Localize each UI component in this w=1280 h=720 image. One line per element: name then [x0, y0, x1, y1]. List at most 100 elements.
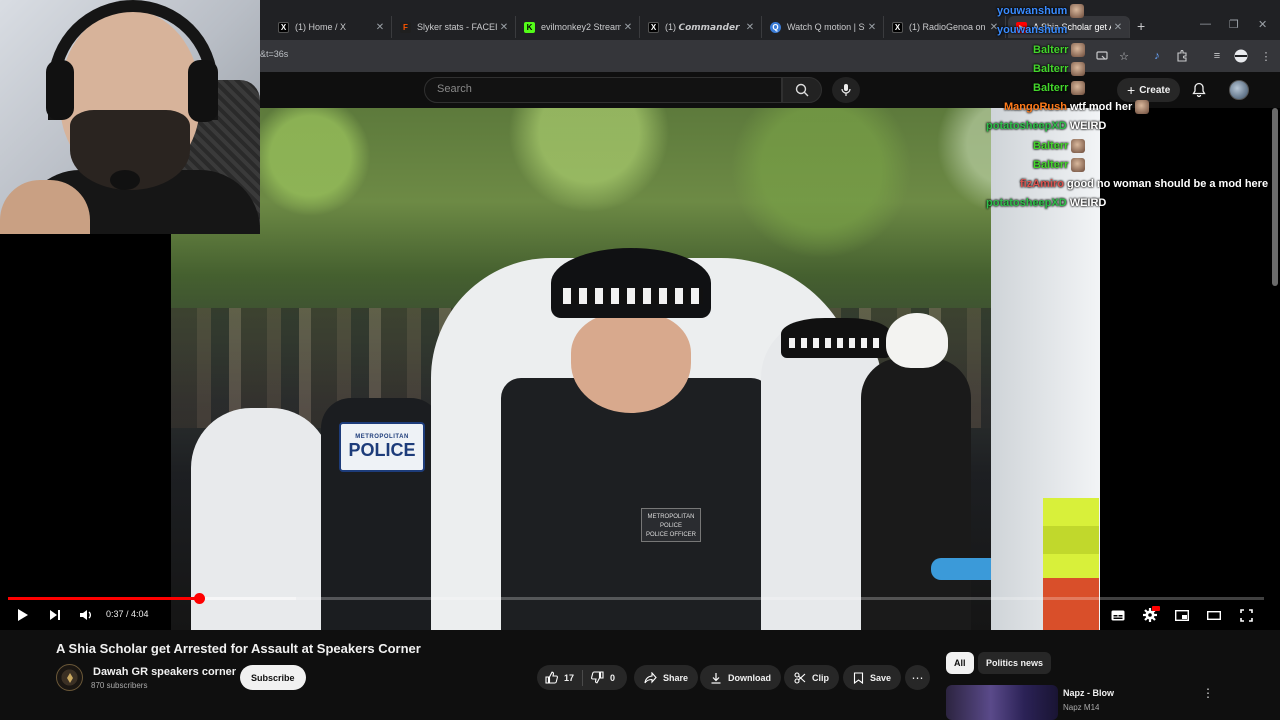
like-button[interactable]: 17: [537, 665, 582, 690]
thumbs-up-icon: [545, 671, 558, 684]
subtitles-button[interactable]: [1109, 606, 1127, 624]
browser-tab-commander-x[interactable]: X (1) 𝘾𝙤𝙢𝙢𝙖𝙣𝙙𝙚𝙧 ✕: [640, 16, 762, 38]
theater-mode-icon: [1207, 610, 1221, 620]
progress-scrubber-handle[interactable]: [193, 593, 205, 604]
close-tab-icon[interactable]: ✕: [743, 22, 757, 33]
more-actions-button[interactable]: ⋯: [905, 665, 930, 690]
browser-tab-kick[interactable]: K evilmonkey2 Stream ✕: [516, 16, 640, 38]
share-button[interactable]: Share: [634, 665, 699, 690]
miniplayer-icon: [1175, 609, 1189, 621]
profile-avatar-icon[interactable]: [1233, 48, 1249, 64]
chip-politics-news[interactable]: Politics news: [978, 652, 1052, 674]
extension-audio-icon[interactable]: ♪: [1149, 48, 1165, 64]
video-scholar-turban: [886, 313, 948, 368]
chat-emote-icon: [1070, 4, 1085, 18]
close-tab-icon[interactable]: ✕: [621, 22, 635, 33]
bookmark-star-icon[interactable]: ☆: [1116, 48, 1132, 64]
chip-all[interactable]: All: [946, 652, 974, 674]
chat-message: Balterr: [1033, 158, 1086, 172]
video-frame[interactable]: METROPOLITAN POLICE METROPOLITAN POLICE …: [171, 108, 1100, 630]
account-avatar[interactable]: [1229, 80, 1249, 100]
video-officer-main-vest: [501, 378, 771, 630]
chat-message: Balterr: [1033, 62, 1086, 76]
chat-username: Balterr: [1033, 63, 1069, 75]
volume-button[interactable]: [77, 606, 95, 624]
chat-username: potatosheepXD: [986, 120, 1067, 132]
search-button[interactable]: [782, 77, 822, 103]
headset-earcup-left: [46, 60, 74, 120]
new-tab-button[interactable]: +: [1137, 18, 1145, 34]
video-progress-bar[interactable]: [8, 593, 1264, 604]
chat-text: wtf mod her: [1069, 101, 1133, 113]
close-tab-icon[interactable]: ✕: [865, 22, 879, 33]
create-button[interactable]: + Create: [1117, 78, 1181, 102]
chat-message: potatosheepXD WEIRD: [986, 197, 1106, 209]
video-police-hat: [551, 248, 711, 318]
video-title: A Shia Scholar get Arrested for Assault …: [56, 641, 421, 656]
headset-earcup-right: [188, 60, 218, 122]
video-officer-main-face: [571, 313, 691, 413]
next-video-button[interactable]: [46, 606, 64, 624]
search-input[interactable]: [437, 83, 767, 95]
tab-label: (1) 𝘾𝙤𝙢𝙢𝙖𝙣𝙙𝙚𝙧: [665, 21, 740, 32]
channel-logo-icon: [66, 672, 73, 683]
chat-username: Balterr: [1033, 159, 1069, 171]
recommendation-thumbnail[interactable]: [946, 685, 1058, 720]
browser-tab-faceit[interactable]: F Slyker stats - FACEIT ✕: [392, 16, 516, 38]
theater-mode-button[interactable]: [1205, 606, 1223, 624]
recommendation-menu-icon[interactable]: ⋮: [1202, 686, 1214, 700]
channel-name[interactable]: Dawah GR speakers corner: [93, 666, 236, 678]
cast-icon[interactable]: [1094, 48, 1110, 64]
settings-button[interactable]: [1141, 606, 1160, 624]
more-horizontal-icon: ⋯: [911, 670, 924, 685]
miniplayer-button[interactable]: [1173, 606, 1191, 624]
fullscreen-icon: [1239, 608, 1253, 622]
chat-username: Balterr: [1033, 82, 1069, 94]
scissors-icon: [794, 671, 806, 684]
browser-tab-home-x[interactable]: X (1) Home / X ✕: [270, 16, 392, 38]
chat-emote-icon: [1071, 139, 1086, 153]
url-text[interactable]: &t=36s: [260, 49, 288, 59]
search-icon: [795, 83, 809, 97]
badge-line: METROPOLITAN: [647, 514, 695, 520]
close-window-icon[interactable]: ✕: [1258, 18, 1267, 31]
search-box[interactable]: [424, 77, 782, 103]
close-tab-icon[interactable]: ✕: [497, 22, 511, 33]
close-tab-icon[interactable]: ✕: [373, 22, 387, 33]
notifications-bell-icon[interactable]: [1192, 82, 1206, 103]
chat-message: Balterr: [1033, 139, 1086, 153]
recommendation-title[interactable]: Napz - Blow: [1063, 688, 1114, 698]
thumbs-down-icon: [591, 671, 604, 684]
chat-emote-icon: [1071, 43, 1086, 57]
browser-tab-radiogenoa-x[interactable]: X (1) RadioGenoa on X ✕: [884, 16, 1006, 38]
voice-search-button[interactable]: [832, 77, 860, 103]
browser-menu-icon[interactable]: ⋮: [1258, 48, 1274, 64]
dislike-button[interactable]: 0: [583, 665, 623, 690]
channel-avatar[interactable]: [56, 664, 83, 691]
police-patch-main-text: POLICE: [348, 439, 416, 460]
clip-button[interactable]: Clip: [784, 665, 839, 690]
chat-message: MangoRush wtf mod her: [1004, 100, 1150, 114]
minimize-window-icon[interactable]: —: [1200, 18, 1211, 30]
download-button[interactable]: Download: [700, 665, 781, 690]
chat-text: WEIRD: [1069, 120, 1107, 132]
headset-mic: [110, 170, 140, 190]
browser-tab-q-motion[interactable]: Q Watch Q motion | St ✕: [762, 16, 884, 38]
save-button[interactable]: Save: [843, 665, 902, 690]
volume-icon: [80, 610, 91, 620]
chat-text: good no woman should be a mod here: [1067, 178, 1269, 190]
fullscreen-button[interactable]: [1237, 606, 1255, 624]
reading-list-icon[interactable]: ≡: [1209, 48, 1225, 64]
page-scrollbar[interactable]: [1272, 108, 1278, 286]
chat-message: youwanshum: [997, 24, 1067, 36]
share-arrow-icon: [644, 671, 657, 683]
extensions-puzzle-icon[interactable]: [1174, 48, 1190, 64]
time-display: 0:37 / 4:04: [106, 609, 149, 619]
subtitles-icon: [1111, 610, 1125, 620]
close-tab-icon[interactable]: ✕: [1111, 22, 1125, 33]
subscribe-button[interactable]: Subscribe: [240, 665, 306, 690]
tab-label: Watch Q motion | St: [787, 22, 865, 32]
play-button[interactable]: [14, 606, 32, 624]
maximize-window-icon[interactable]: ❐: [1229, 18, 1239, 31]
chat-emote-icon: [1135, 100, 1150, 114]
